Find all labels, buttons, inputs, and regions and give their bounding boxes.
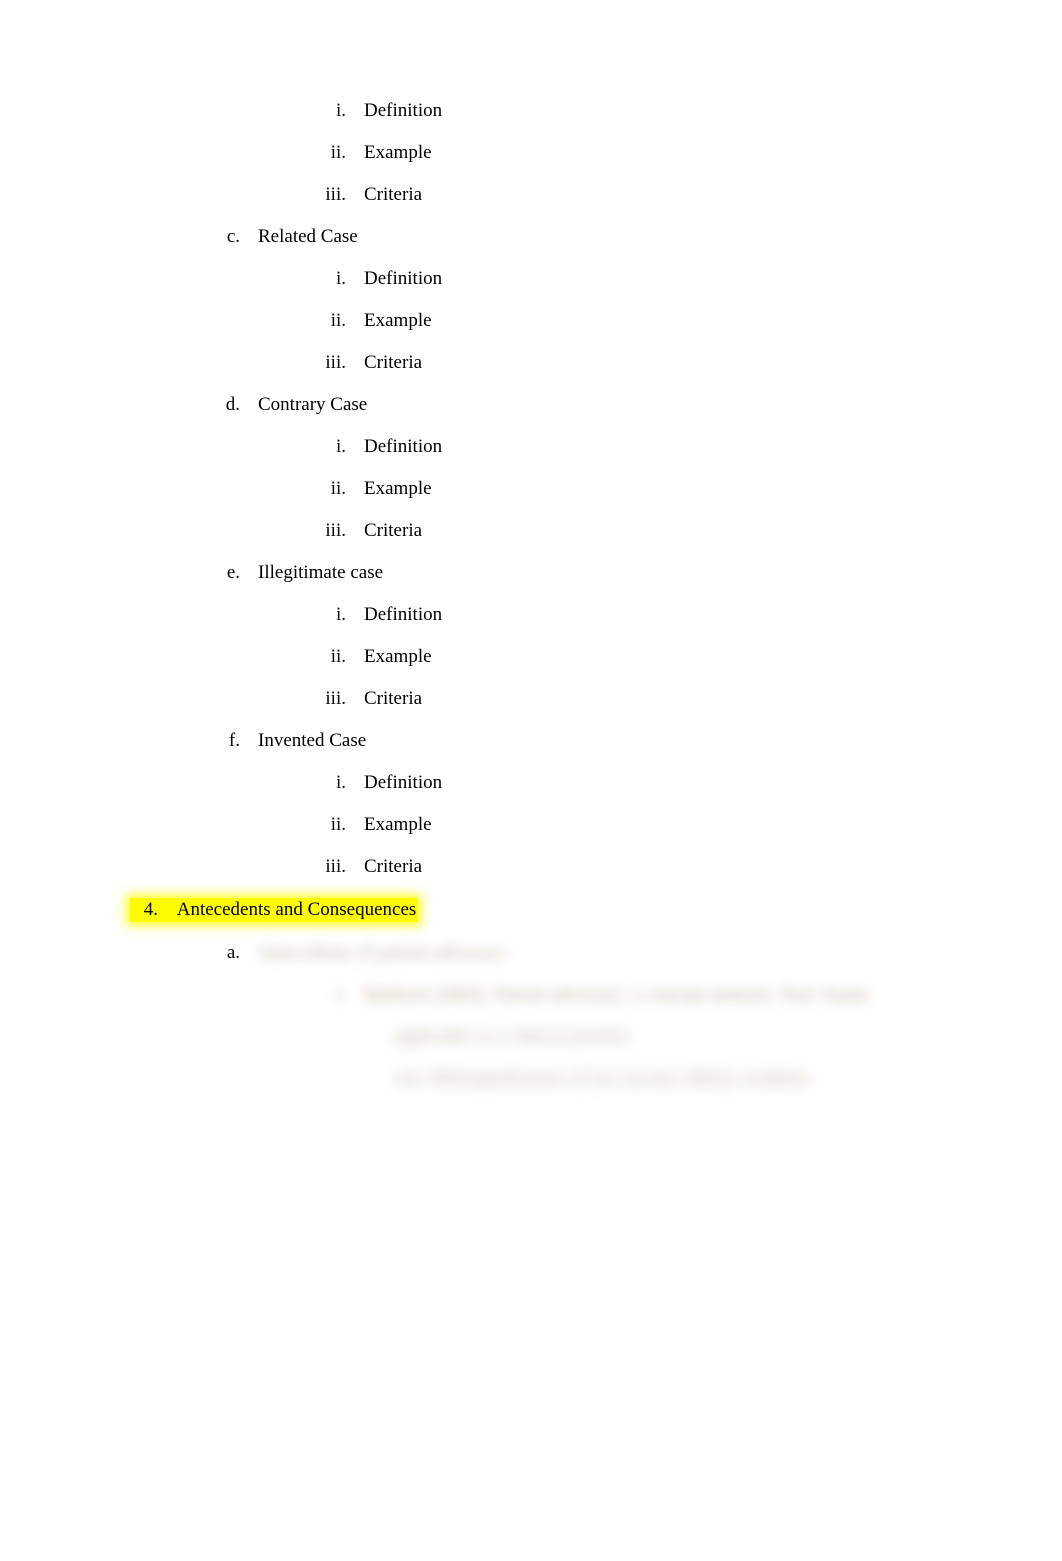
list-item: a. Antecedents of patient advocacy xyxy=(182,942,1062,964)
list-item: iii. Criteria xyxy=(234,856,1062,878)
list-item: e. Illegitimate case xyxy=(182,562,1062,584)
roman-text: Definition xyxy=(364,268,1062,290)
list-item: i. Definition xyxy=(234,772,1062,794)
roman-marker: iii. xyxy=(234,352,364,374)
letter-section-a: a. Antecedents of patient advocacy xyxy=(130,942,1062,964)
roman-text: Criteria xyxy=(364,856,1062,878)
roman-text: Criteria xyxy=(364,688,1062,710)
roman-text: Definition xyxy=(364,604,1062,626)
roman-text: Criteria xyxy=(364,352,1062,374)
letter-text: Invented Case xyxy=(258,730,1062,752)
list-item: ii. Example xyxy=(234,142,1062,164)
list-item: iii. Criteria xyxy=(234,688,1062,710)
letter-text: Related Case xyxy=(258,226,1062,248)
letter-marker: a. xyxy=(182,942,258,964)
roman-text: Example xyxy=(364,478,1062,500)
list-item: ii. Example xyxy=(234,478,1062,500)
roman-marker: ii. xyxy=(234,310,364,332)
list-item: ii. Example xyxy=(234,646,1062,668)
roman-text: Example xyxy=(364,814,1062,836)
list-item: i. Definition xyxy=(234,100,1062,122)
roman-marker: iii. xyxy=(234,184,364,206)
list-item: i. Baldwin (2003). Patient advocacy: a c… xyxy=(234,984,1062,1006)
number-text: Antecedents and Consequences xyxy=(163,899,417,921)
roman-sublist-a-blurred: i. Baldwin (2003). Patient advocacy: a c… xyxy=(130,984,1062,1006)
roman-sublist-e: i. Definition ii. Example iii. Criteria xyxy=(130,604,1062,710)
roman-marker: i. xyxy=(234,268,364,290)
letter-section-d: d. Contrary Case xyxy=(130,394,1062,416)
letter-text: Illegitimate case xyxy=(258,562,1062,584)
roman-sublist-initial: i. Definition ii. Example iii. Criteria xyxy=(130,100,1062,206)
letter-section-c: c. Related Case xyxy=(130,226,1062,248)
roman-marker: ii. xyxy=(234,646,364,668)
highlight: 4. Antecedents and Consequences xyxy=(130,898,418,922)
numbered-section-4: 4. Antecedents and Consequences xyxy=(130,898,1062,922)
roman-text: Example xyxy=(364,310,1062,332)
roman-marker: i. xyxy=(234,984,364,1006)
list-item: f. Invented Case xyxy=(182,730,1062,752)
list-item: i. Definition xyxy=(234,436,1062,458)
roman-sublist-c: i. Definition ii. Example iii. Criteria xyxy=(130,268,1062,374)
letter-section-e: e. Illegitimate case xyxy=(130,562,1062,584)
roman-marker: ii. xyxy=(234,814,364,836)
list-item: iii. Criteria xyxy=(234,520,1062,542)
list-item: i. Definition xyxy=(234,268,1062,290)
roman-text: Definition xyxy=(364,436,1062,458)
letter-marker: c. xyxy=(182,226,258,248)
list-item: ii. Example xyxy=(234,814,1062,836)
roman-sublist-d: i. Definition ii. Example iii. Criteria xyxy=(130,436,1062,542)
list-item: ii. Example xyxy=(234,310,1062,332)
roman-text: Example xyxy=(364,142,1062,164)
list-item: i. Definition xyxy=(234,604,1062,626)
roman-marker: i. xyxy=(234,604,364,626)
roman-text: Definition xyxy=(364,772,1062,794)
list-item: d. Contrary Case xyxy=(182,394,1062,416)
roman-marker: iii. xyxy=(234,688,364,710)
roman-marker: ii. xyxy=(234,478,364,500)
roman-marker: i. xyxy=(234,100,364,122)
roman-text: Criteria xyxy=(364,520,1062,542)
roman-text: Definition xyxy=(364,100,1062,122)
roman-marker: i. xyxy=(234,772,364,794)
blurred-heading: Antecedents of patient advocacy xyxy=(258,942,1062,964)
roman-marker: iii. xyxy=(234,856,364,878)
blurred-text: Baldwin (2003). Patient advocacy: a conc… xyxy=(364,984,1062,1006)
list-item: iii. Criteria xyxy=(234,352,1062,374)
roman-marker: i. xyxy=(234,436,364,458)
letter-marker: f. xyxy=(182,730,258,752)
letter-text: Contrary Case xyxy=(258,394,1062,416)
list-item: c. Related Case xyxy=(182,226,1062,248)
letter-section-f: f. Invented Case xyxy=(130,730,1062,752)
number-marker: 4. xyxy=(132,899,158,921)
roman-marker: ii. xyxy=(234,142,364,164)
blurred-text: cite: Rehospitalization of low income el… xyxy=(130,1068,1062,1090)
letter-marker: d. xyxy=(182,394,258,416)
list-item: iii. Criteria xyxy=(234,184,1062,206)
roman-marker: iii. xyxy=(234,520,364,542)
letter-marker: e. xyxy=(182,562,258,584)
roman-sublist-f: i. Definition ii. Example iii. Criteria xyxy=(130,772,1062,878)
blurred-text: applicable to a clinical practice xyxy=(130,1026,1062,1048)
roman-text: Criteria xyxy=(364,184,1062,206)
roman-text: Example xyxy=(364,646,1062,668)
document-outline: i. Definition ii. Example iii. Criteria … xyxy=(0,100,1062,1090)
